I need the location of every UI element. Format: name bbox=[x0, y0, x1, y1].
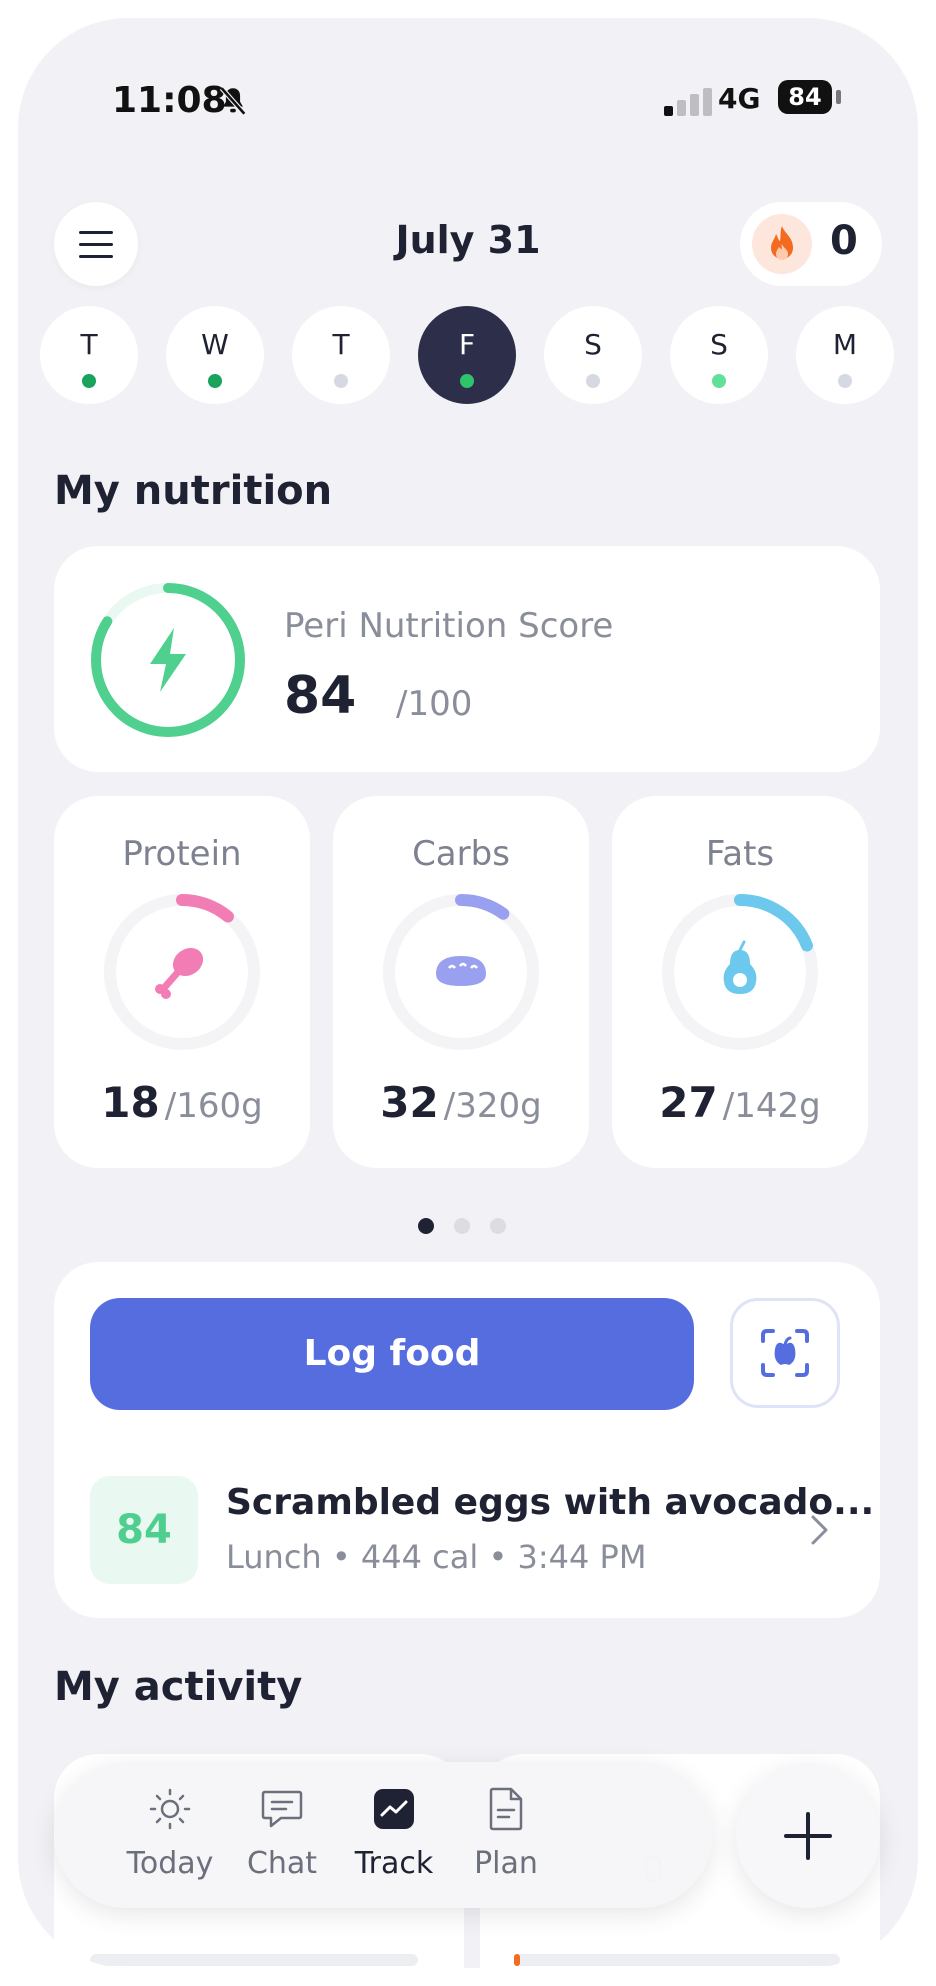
macro-card-fats[interactable]: Fats 27 /142g bbox=[612, 796, 868, 1168]
document-icon bbox=[489, 1787, 523, 1831]
pager-dot-active[interactable] bbox=[418, 1218, 434, 1234]
streak-count: 0 bbox=[830, 218, 858, 264]
macro-ring bbox=[383, 894, 539, 1050]
activity-progress-bar bbox=[514, 1954, 840, 1966]
macro-card-protein[interactable]: Protein 18 /160g bbox=[54, 796, 310, 1168]
macro-value: 27 /142g bbox=[659, 1078, 821, 1127]
log-food-button[interactable]: Log food bbox=[90, 1298, 694, 1410]
day-wednesday[interactable]: W bbox=[166, 306, 264, 404]
nutrition-section-title: My nutrition bbox=[54, 468, 333, 514]
day-letter: M bbox=[832, 328, 858, 361]
bell-muted-icon bbox=[219, 86, 247, 116]
pager-dot[interactable] bbox=[490, 1218, 506, 1234]
battery-tip bbox=[836, 90, 841, 104]
day-friday-selected[interactable]: F bbox=[418, 306, 516, 404]
day-letter: T bbox=[332, 328, 350, 361]
bottom-tab-bar: Today Chat Track Plan bbox=[54, 1762, 712, 1908]
tab-plan[interactable]: Plan bbox=[436, 1784, 576, 1894]
tab-label: Plan bbox=[474, 1846, 538, 1881]
macro-value: 18 /160g bbox=[101, 1078, 263, 1127]
meal-name[interactable]: Scrambled eggs with avocado... bbox=[226, 1482, 874, 1523]
sun-icon bbox=[149, 1788, 191, 1830]
plus-icon bbox=[784, 1812, 832, 1860]
macro-card-carbs[interactable]: Carbs 32 /320g bbox=[333, 796, 589, 1168]
day-letter: S bbox=[710, 328, 728, 361]
macro-value: 32 /320g bbox=[380, 1078, 542, 1127]
streak-counter[interactable]: 0 bbox=[740, 202, 882, 286]
scan-food-button[interactable] bbox=[730, 1298, 840, 1408]
flame-icon bbox=[752, 214, 812, 274]
scan-apple-icon bbox=[761, 1329, 809, 1377]
network-label: 4G bbox=[718, 82, 761, 115]
week-day-strip: T W T F S S M bbox=[40, 306, 900, 410]
day-thursday[interactable]: T bbox=[292, 306, 390, 404]
bread-icon bbox=[436, 956, 486, 986]
chevron-right-icon[interactable] bbox=[808, 1512, 832, 1548]
day-status-dot bbox=[838, 374, 852, 388]
drumstick-icon bbox=[155, 947, 204, 999]
macro-ring bbox=[662, 894, 818, 1050]
day-letter: W bbox=[201, 328, 229, 361]
macro-name: Carbs bbox=[412, 834, 510, 874]
activity-section-title: My activity bbox=[54, 1664, 303, 1710]
day-status-dot bbox=[460, 374, 474, 388]
battery-icon: 84 bbox=[778, 80, 832, 114]
day-saturday[interactable]: S bbox=[544, 306, 642, 404]
avocado-icon bbox=[723, 940, 757, 994]
day-status-dot bbox=[712, 374, 726, 388]
day-letter: T bbox=[80, 328, 98, 361]
day-status-dot bbox=[208, 374, 222, 388]
cell-signal-icon bbox=[664, 86, 720, 116]
day-letter: S bbox=[584, 328, 602, 361]
activity-progress-fill bbox=[514, 1954, 520, 1966]
day-status-dot bbox=[82, 374, 96, 388]
pager-dot[interactable] bbox=[454, 1218, 470, 1234]
score-max: /100 bbox=[396, 684, 473, 724]
macro-name: Protein bbox=[122, 834, 242, 874]
day-status-dot bbox=[334, 374, 348, 388]
status-bar: 11:08 4G 84 bbox=[18, 18, 918, 148]
score-label: Peri Nutrition Score bbox=[284, 606, 614, 646]
status-time: 11:08 bbox=[112, 80, 227, 121]
add-button[interactable] bbox=[736, 1764, 880, 1908]
macro-ring bbox=[104, 894, 260, 1050]
trend-icon bbox=[374, 1789, 414, 1829]
header-date[interactable]: July 31 bbox=[318, 218, 618, 262]
day-letter: F bbox=[458, 328, 476, 361]
activity-progress-bar bbox=[90, 1954, 418, 1966]
nutrition-score-card[interactable]: Peri Nutrition Score 84 /100 bbox=[54, 546, 880, 772]
chat-icon bbox=[261, 1790, 303, 1828]
lightning-icon bbox=[150, 628, 186, 692]
log-food-card: Log food 84 Scrambled eggs with avocado.… bbox=[54, 1262, 880, 1618]
day-sunday[interactable]: S bbox=[670, 306, 768, 404]
day-status-dot bbox=[586, 374, 600, 388]
day-monday[interactable]: M bbox=[796, 306, 894, 404]
score-ring bbox=[91, 583, 245, 737]
score-value: 84 bbox=[284, 666, 357, 726]
meal-score-badge: 84 bbox=[90, 1476, 198, 1584]
macro-name: Fats bbox=[705, 834, 775, 874]
menu-button[interactable] bbox=[54, 202, 138, 286]
day-tuesday[interactable]: T bbox=[40, 306, 138, 404]
meal-details: Lunch • 444 cal • 3:44 PM bbox=[226, 1538, 647, 1576]
app-screen: 11:08 4G 84 July 31 0 T W T F S S M My n… bbox=[18, 18, 918, 1968]
